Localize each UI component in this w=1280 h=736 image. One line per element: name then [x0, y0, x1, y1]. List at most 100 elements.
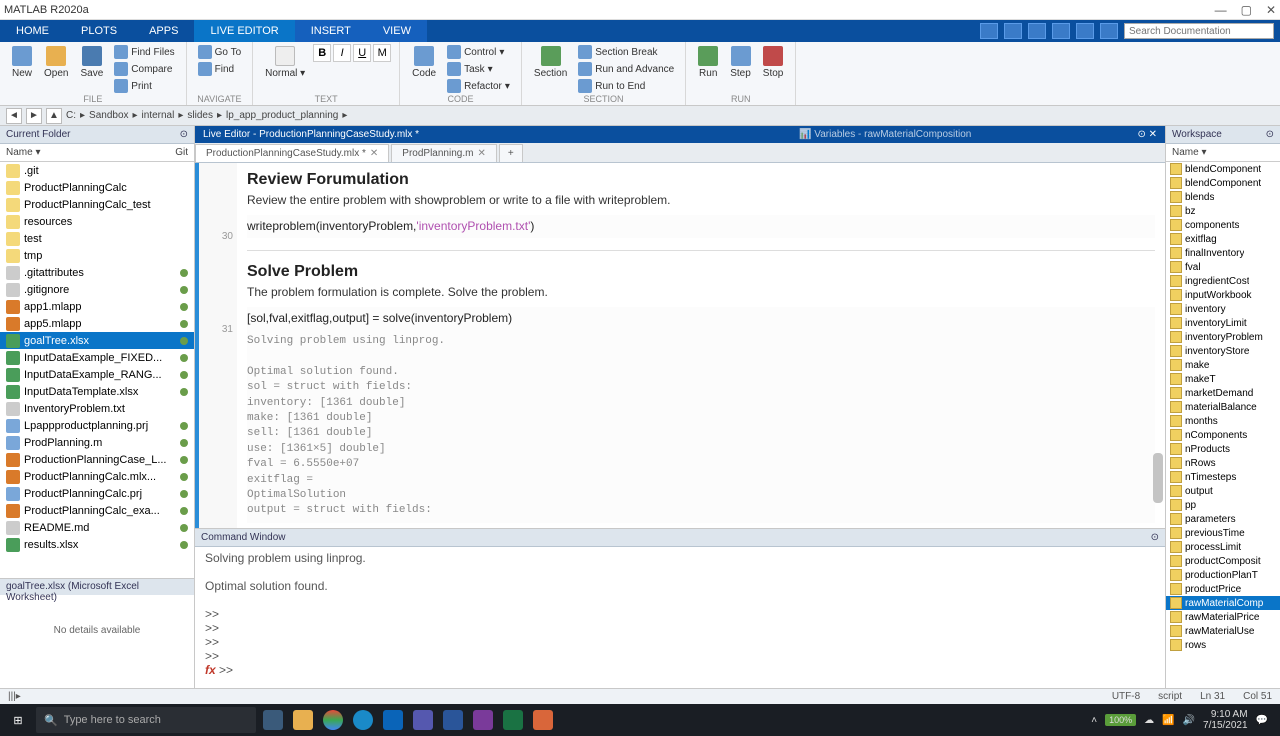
- taskbar-app-chrome[interactable]: [320, 707, 346, 733]
- italic-button[interactable]: I: [333, 44, 351, 62]
- panel-menu-icon[interactable]: ⊙: [180, 129, 188, 140]
- find-files-button[interactable]: Find Files: [111, 44, 177, 60]
- tab-close-icon[interactable]: ✕: [477, 148, 485, 159]
- workspace-var[interactable]: previousTime: [1166, 526, 1280, 540]
- refactor-button[interactable]: Refactor▾: [444, 78, 513, 94]
- workspace-var[interactable]: marketDemand: [1166, 386, 1280, 400]
- workspace-var[interactable]: ingredientCost: [1166, 274, 1280, 288]
- ribbon-tab-insert[interactable]: INSERT: [295, 20, 367, 42]
- control-button[interactable]: Control▾: [444, 44, 513, 60]
- qat-save-icon[interactable]: [980, 23, 998, 39]
- ribbon-tab-view[interactable]: VIEW: [367, 20, 427, 42]
- workspace-var[interactable]: productComposit: [1166, 554, 1280, 568]
- workspace-var[interactable]: rawMaterialUse: [1166, 624, 1280, 638]
- doc-search-input[interactable]: [1124, 23, 1274, 39]
- workspace-col-header[interactable]: Name ▾: [1166, 144, 1280, 162]
- path-seg[interactable]: internal: [142, 110, 175, 121]
- workspace-var[interactable]: output: [1166, 484, 1280, 498]
- step-button[interactable]: Step: [726, 44, 755, 81]
- nav-back-button[interactable]: ◄: [6, 108, 22, 124]
- workspace-var[interactable]: makeT: [1166, 372, 1280, 386]
- panel-menu-icon[interactable]: ⊙: [1266, 129, 1274, 140]
- workspace-var[interactable]: rawMaterialComp: [1166, 596, 1280, 610]
- file-row[interactable]: .git: [0, 162, 194, 179]
- ribbon-tab-apps[interactable]: APPS: [133, 20, 194, 42]
- file-row[interactable]: ProdPlanning.m: [0, 434, 194, 451]
- nav-up-button[interactable]: ▲: [46, 108, 62, 124]
- qat-cut-icon[interactable]: [1004, 23, 1022, 39]
- workspace-var[interactable]: materialBalance: [1166, 400, 1280, 414]
- mono-button[interactable]: M: [373, 44, 391, 62]
- code-line[interactable]: writeproblem(inventoryProblem,'inventory…: [247, 215, 1155, 238]
- task-view-icon[interactable]: [260, 707, 286, 733]
- qat-help-icon[interactable]: [1100, 23, 1118, 39]
- text-style-button[interactable]: Normal ▾: [261, 44, 309, 81]
- editor-tab-m[interactable]: ProdPlanning.m✕: [391, 144, 497, 162]
- workspace-var[interactable]: make: [1166, 358, 1280, 372]
- underline-button[interactable]: U: [353, 44, 371, 62]
- print-button[interactable]: Print: [111, 78, 177, 94]
- bold-button[interactable]: B: [313, 44, 331, 62]
- file-row[interactable]: ProductPlanningCalc_exa...: [0, 502, 194, 519]
- file-row[interactable]: InputDataTemplate.xlsx: [0, 383, 194, 400]
- workspace-var[interactable]: productPrice: [1166, 582, 1280, 596]
- workspace-var[interactable]: months: [1166, 414, 1280, 428]
- scrollbar-thumb[interactable]: [1153, 453, 1163, 503]
- file-row[interactable]: ProductPlanningCalc.prj: [0, 485, 194, 502]
- editor-close-icon[interactable]: ⊙ ✕: [1137, 129, 1157, 140]
- tray-chevron-icon[interactable]: ˄: [1091, 715, 1097, 726]
- taskbar-app-edge[interactable]: [350, 707, 376, 733]
- command-window-body[interactable]: Solving problem using linprog. Optimal s…: [195, 547, 1165, 688]
- nav-fwd-button[interactable]: ►: [26, 108, 42, 124]
- run-button[interactable]: Run: [694, 44, 722, 81]
- ribbon-tab-plots[interactable]: PLOTS: [65, 20, 133, 42]
- workspace-list[interactable]: blendComponentblendComponentblendsbzcomp…: [1166, 162, 1280, 688]
- run-advance-button[interactable]: Run and Advance: [575, 61, 677, 77]
- file-row[interactable]: ProductPlanningCalc: [0, 179, 194, 196]
- goto-button[interactable]: Go To: [195, 44, 245, 60]
- editor-tab-mlx[interactable]: ProductionPlanningCaseStudy.mlx *✕: [195, 144, 389, 162]
- workspace-var[interactable]: parameters: [1166, 512, 1280, 526]
- workspace-var[interactable]: inventoryLimit: [1166, 316, 1280, 330]
- workspace-var[interactable]: exitflag: [1166, 232, 1280, 246]
- run-to-end-button[interactable]: Run to End: [575, 78, 677, 94]
- workspace-var[interactable]: fval: [1166, 260, 1280, 274]
- workspace-var[interactable]: nComponents: [1166, 428, 1280, 442]
- file-row[interactable]: ProductPlanningCalc.mlx...: [0, 468, 194, 485]
- path-seg[interactable]: slides: [187, 110, 213, 121]
- code-line[interactable]: [sol,fval,exitflag,output] = solve(inven…: [247, 307, 1155, 330]
- file-row[interactable]: README.md: [0, 519, 194, 536]
- workspace-var[interactable]: inventoryStore: [1166, 344, 1280, 358]
- workspace-var[interactable]: blendComponent: [1166, 176, 1280, 190]
- file-row[interactable]: .gitignore: [0, 281, 194, 298]
- workspace-var[interactable]: processLimit: [1166, 540, 1280, 554]
- close-button[interactable]: ✕: [1266, 3, 1276, 17]
- workspace-var[interactable]: blends: [1166, 190, 1280, 204]
- code-button[interactable]: Code: [408, 44, 440, 81]
- taskbar-app-matlab[interactable]: [530, 707, 556, 733]
- new-button[interactable]: New: [8, 44, 36, 81]
- compare-button[interactable]: Compare: [111, 61, 177, 77]
- battery-indicator[interactable]: 100%: [1105, 714, 1136, 726]
- maximize-button[interactable]: ▢: [1241, 3, 1252, 17]
- file-list-header[interactable]: Name ▾ Git: [0, 144, 194, 162]
- file-row[interactable]: InputDataExample_FIXED...: [0, 349, 194, 366]
- workspace-var[interactable]: inputWorkbook: [1166, 288, 1280, 302]
- find-button[interactable]: Find: [195, 61, 245, 77]
- file-row[interactable]: InventoryProblem.txt: [0, 400, 194, 417]
- file-row[interactable]: Lpappproductplanning.prj: [0, 417, 194, 434]
- tray-clock[interactable]: 9:10 AM 7/15/2021: [1203, 709, 1248, 731]
- minimize-button[interactable]: —: [1215, 3, 1227, 17]
- qat-undo-icon[interactable]: [1076, 23, 1094, 39]
- workspace-var[interactable]: nTimesteps: [1166, 470, 1280, 484]
- tab-close-icon[interactable]: ✕: [370, 148, 378, 159]
- open-button[interactable]: Open: [40, 44, 72, 81]
- workspace-var[interactable]: finalInventory: [1166, 246, 1280, 260]
- file-list[interactable]: .gitProductPlanningCalc ProductPlanningCa…: [0, 162, 194, 578]
- workspace-var[interactable]: productionPlanT: [1166, 568, 1280, 582]
- path-seg[interactable]: lp_app_product_planning: [226, 110, 338, 121]
- task-button[interactable]: Task▾: [444, 61, 513, 77]
- workspace-var[interactable]: blendComponent: [1166, 162, 1280, 176]
- workspace-var[interactable]: rows: [1166, 638, 1280, 652]
- workspace-var[interactable]: inventory: [1166, 302, 1280, 316]
